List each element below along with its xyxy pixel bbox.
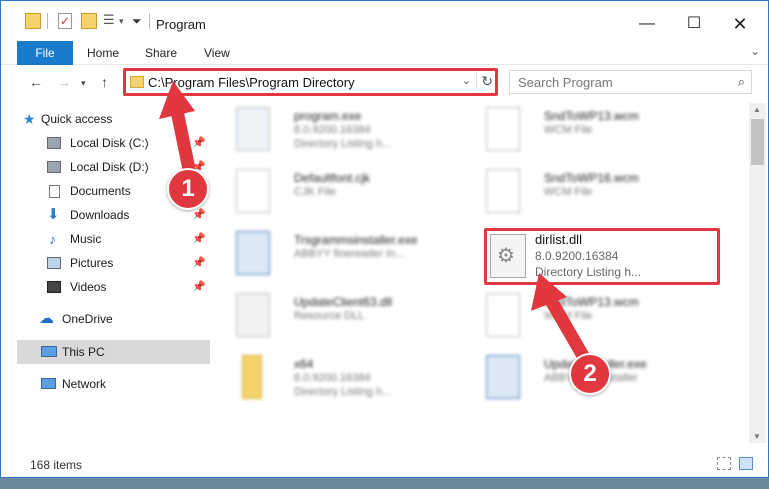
arrow-2-shaft: [542, 290, 593, 368]
arrow-1: [159, 81, 196, 176]
explorer-window: ✓ ☰ ▾ ⏷ Program — ☐ ✕ File Home Share Vi…: [0, 0, 769, 478]
arrow-1-head: [159, 81, 195, 119]
step-badge-1: 1: [167, 168, 209, 210]
arrow-2: [531, 273, 593, 368]
arrow-1-shaft: [170, 104, 196, 176]
step-badge-2: 2: [569, 353, 611, 395]
annotation-arrows: [159, 81, 593, 368]
